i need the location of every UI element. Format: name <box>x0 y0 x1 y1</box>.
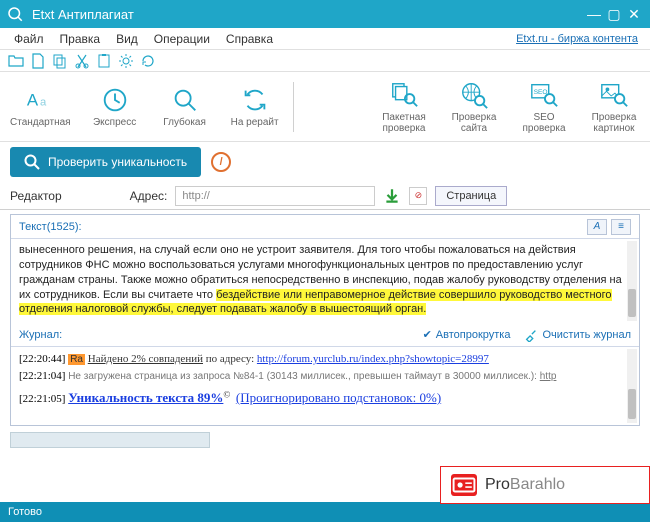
window-title: Etxt Антиплагиат <box>32 7 584 22</box>
text-panel-header: Текст(1525): A ≡ <box>11 215 639 239</box>
text-scrollbar[interactable] <box>627 241 637 321</box>
globe-magnifier-icon <box>459 80 489 110</box>
journal-ts: [22:20:44] <box>19 353 65 365</box>
seo-check[interactable]: SEO SEO проверка <box>518 80 570 134</box>
close-button[interactable]: ✕ <box>624 6 644 23</box>
svg-text:a: a <box>40 97 47 109</box>
menu-edit[interactable]: Правка <box>52 30 109 48</box>
journal-label: Журнал: <box>19 329 62 341</box>
text-aa-icon: Aa <box>25 85 55 115</box>
check-uniqueness-label: Проверить уникальность <box>48 155 187 169</box>
broom-icon <box>524 328 538 342</box>
address-input[interactable] <box>175 186 375 206</box>
status-text: Готово <box>8 506 42 518</box>
batch-check[interactable]: Пакетная проверка <box>378 80 430 134</box>
download-icon[interactable] <box>383 187 401 205</box>
journal-ignored[interactable]: (Проигнорировано подстановок: 0%) <box>236 390 441 405</box>
journal-row: [22:21:05] Уникальность текста 89%© (Про… <box>19 388 631 408</box>
site-check[interactable]: Проверка сайта <box>448 80 500 134</box>
site-check-label: Проверка сайта <box>452 112 497 134</box>
journal-row: [22:20:44] Ra Найдено 2% совпадений по а… <box>19 351 631 368</box>
stack-magnifier-icon <box>389 80 419 110</box>
watermark-logo-icon <box>451 474 477 496</box>
cycle-icon <box>240 85 270 115</box>
maximize-button[interactable]: ▢ <box>604 6 624 23</box>
image-magnifier-icon <box>599 80 629 110</box>
journal-url-short[interactable]: http <box>540 371 557 382</box>
mode-rewrite[interactable]: На рерайт <box>229 85 281 128</box>
seo-check-label: SEO проверка <box>522 112 565 134</box>
magnifier-icon <box>24 154 40 170</box>
seo-magnifier-icon: SEO <box>529 80 559 110</box>
mode-standard[interactable]: Aa Стандартная <box>10 85 71 128</box>
titlebar: Etxt Антиплагиат — ▢ ✕ <box>0 0 650 28</box>
journal-header: Журнал: ✔Автопрокрутка Очистить журнал <box>11 323 639 347</box>
menu-ops[interactable]: Операции <box>146 30 218 48</box>
text-tool-a[interactable]: A <box>587 219 607 235</box>
journal-uniqueness[interactable]: Уникальность текста 89% <box>68 390 223 405</box>
menubar: Файл Правка Вид Операции Справка Etxt.ru… <box>0 28 650 50</box>
menu-help[interactable]: Справка <box>218 30 281 48</box>
refresh-icon[interactable] <box>140 53 156 69</box>
journal-url[interactable]: http://forum.yurclub.ru/index.php?showto… <box>257 353 489 365</box>
mode-deep[interactable]: Глубокая <box>159 85 211 128</box>
journal-ts: [22:21:05] <box>19 393 65 405</box>
new-doc-icon[interactable] <box>30 53 46 69</box>
editor-label: Редактор <box>10 189 62 203</box>
text-count-label: Текст(1525): <box>19 221 82 233</box>
minimize-button[interactable]: — <box>584 6 604 22</box>
app-logo-icon <box>6 5 24 23</box>
settings-icon[interactable] <box>118 53 134 69</box>
text-tool-lines[interactable]: ≡ <box>611 219 631 235</box>
journal-scrollbar[interactable] <box>627 349 637 423</box>
page-button[interactable]: Страница <box>435 186 507 206</box>
stop-icon[interactable] <box>211 152 231 172</box>
clock-icon <box>100 85 130 115</box>
menu-view[interactable]: Вид <box>108 30 146 48</box>
journal-body[interactable]: [22:20:44] Ra Найдено 2% совпадений по а… <box>11 347 639 425</box>
address-label: Адрес: <box>130 189 168 203</box>
mode-express[interactable]: Экспресс <box>89 85 141 128</box>
copy-icon[interactable] <box>52 53 68 69</box>
progress-bar <box>10 432 210 448</box>
menu-file[interactable]: Файл <box>6 30 52 48</box>
ribbon-separator <box>293 82 294 132</box>
cut-icon[interactable] <box>74 53 90 69</box>
image-check[interactable]: Проверка картинок <box>588 80 640 134</box>
batch-check-label: Пакетная проверка <box>382 112 426 134</box>
text-panel: Текст(1525): A ≡ вынесенного решения, на… <box>10 214 640 426</box>
stop-small-icon[interactable]: ⊘ <box>409 187 427 205</box>
text-body[interactable]: вынесенного решения, на случай если оно … <box>11 239 639 323</box>
mode-standard-label: Стандартная <box>10 117 71 128</box>
editor-bar: Редактор Адрес: ⊘ Страница <box>0 182 650 210</box>
mode-deep-label: Глубокая <box>163 117 206 128</box>
journal-row: [22:21:04] Не загружена страница из запр… <box>19 368 631 385</box>
check-uniqueness-button[interactable]: Проверить уникальность <box>10 147 201 177</box>
clear-journal-button[interactable]: Очистить журнал <box>524 328 631 342</box>
journal-ts: [22:21:04] <box>19 370 65 382</box>
svg-text:A: A <box>27 91 39 110</box>
paste-icon[interactable] <box>96 53 112 69</box>
journal-gray: Не загружена страница из запроса №84-1 (… <box>68 371 540 382</box>
mode-rewrite-label: На рерайт <box>231 117 279 128</box>
watermark-badge: ProBarahlo <box>440 466 650 504</box>
etxt-link[interactable]: Etxt.ru - биржа контента <box>516 33 644 45</box>
mode-express-label: Экспресс <box>93 117 136 128</box>
toolbar <box>0 50 650 72</box>
open-folder-icon[interactable] <box>8 53 24 69</box>
status-bar: Готово <box>0 502 650 522</box>
watermark-text: ProBarahlo <box>485 476 565 494</box>
magnifier-icon <box>170 85 200 115</box>
ribbon: Aa Стандартная Экспресс Глубокая На рера… <box>0 72 650 142</box>
autoscroll-checkbox[interactable]: ✔Автопрокрутка <box>423 328 511 341</box>
journal-found: Найдено 2% совпадений <box>88 353 203 365</box>
action-row: Проверить уникальность <box>0 142 650 182</box>
image-check-label: Проверка картинок <box>592 112 637 134</box>
journal-badge: Ra <box>68 354 85 365</box>
